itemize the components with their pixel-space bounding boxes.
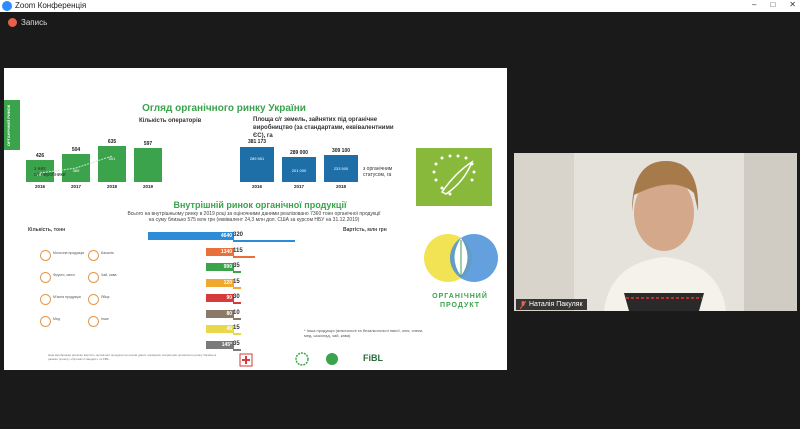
footnote: * Інша продукція (алкогольні та безалког… <box>304 328 424 338</box>
value-mln: 35 <box>233 263 240 269</box>
quantity-header: Кількість, тонн <box>28 227 66 233</box>
category-icon <box>40 294 51 305</box>
value-underline <box>233 302 241 304</box>
operators-chart-title: Кількість операторів <box>139 118 202 124</box>
organic-product-line1: ОРГАНІЧНИЙ <box>432 293 488 300</box>
value-mln: 320 <box>233 232 244 238</box>
participant-name: Наталія Пакуляк <box>529 301 583 308</box>
zoom-logo-icon <box>2 1 12 11</box>
value-underline <box>233 271 241 273</box>
shared-screen-slide: ОРГАНІЧНИЙ РИНОК Огляд органічного ринку… <box>4 68 507 370</box>
area-year-2018: 2018 <box>335 184 346 189</box>
operators-year-2016: 2016 <box>34 184 45 189</box>
fibl-logo: FiBL <box>363 353 383 363</box>
organic-product-logo <box>424 234 498 282</box>
category-icon <box>40 316 51 327</box>
value-mln: 15 <box>233 325 240 331</box>
category-icon <box>40 250 51 261</box>
value-underline <box>233 333 241 335</box>
value-mln: 30 <box>233 294 240 300</box>
tonnes-value: 145* <box>221 341 232 348</box>
area-legend: з органічним статусом, га <box>363 166 393 178</box>
participant-video-frame <box>514 153 797 311</box>
area-inner-2018: 233 500 <box>333 166 349 171</box>
operators-year-2019: 2019 <box>142 184 153 189</box>
value-underline <box>233 240 295 242</box>
value-underline <box>233 317 241 320</box>
value-mln: 115 <box>233 247 243 254</box>
value-mln: 15 <box>233 278 240 285</box>
category-label: Інше <box>101 317 109 321</box>
participant-video[interactable] <box>514 153 797 311</box>
maximize-button[interactable]: □ <box>770 0 775 12</box>
category-label: Бакалія <box>101 251 114 255</box>
operators-total-2018: 635 <box>107 139 117 145</box>
value-underline <box>233 286 241 289</box>
organic-product-label: ОРГАНІЧНИЙ ПРОДУКТ <box>416 292 504 310</box>
internal-subtitle-line2: на суму близько 575 млн грн (еквівалент … <box>148 217 360 223</box>
minimize-button[interactable]: – <box>752 0 756 12</box>
disclaimer: Ціна відображає ринкову вартість органіч… <box>48 353 217 361</box>
tonnes-value: 120 <box>223 279 232 286</box>
slide-title: Огляд органічного ринку України <box>142 103 306 114</box>
internal-market-title: Внутрішній ринок органічної продукції <box>173 200 347 210</box>
area-inner-2016: 289 551 <box>249 156 265 161</box>
category-label: Чай, кава <box>101 273 117 277</box>
area-total-2018: 309 100 <box>331 148 351 154</box>
participant-name-badge: Наталія Пакуляк <box>516 299 587 310</box>
tonnes-value: 90 <box>226 295 232 301</box>
muted-mic-icon <box>520 300 526 309</box>
partner-logo-icon <box>295 352 309 366</box>
close-button[interactable]: ✕ <box>789 0 796 12</box>
area-year-2017: 2017 <box>293 184 304 189</box>
internal-market-subtitle: Всього на внутрішньому ринку в 2019 році… <box>84 211 424 223</box>
category-icon <box>88 250 99 261</box>
category-label: Яйця <box>101 295 110 299</box>
tonnes-value: 1340 <box>220 248 232 255</box>
category-label: Мед <box>53 317 60 321</box>
category-icon <box>88 316 99 327</box>
operators-year-2018: 2018 <box>106 184 117 189</box>
value-header: Вартість, млн грн <box>343 227 387 233</box>
organic-standard-logo-icon <box>326 353 338 365</box>
category-icon <box>88 272 99 283</box>
eu-organic-leaf-logo <box>416 148 492 206</box>
organic-product-line2: ПРОДУКТ <box>439 302 481 309</box>
operators-total-2019: 597 <box>143 141 153 147</box>
operators-year-2017: 2017 <box>70 184 81 189</box>
vertical-label-badge: ОРГАНІЧНИЙ РИНОК <box>4 100 20 150</box>
category-icon <box>88 294 99 305</box>
category-label: Фрукти, овочі <box>53 273 75 277</box>
recording-bar: Запись <box>0 12 800 34</box>
area-year-2016: 2016 <box>251 184 262 189</box>
window-titlebar: Zoom Конференція – □ ✕ <box>0 0 800 12</box>
tonnes-value: 80 <box>226 310 232 317</box>
area-total-2017: 289 000 <box>289 150 309 156</box>
window-title: Zoom Конференція <box>15 1 87 10</box>
area-total-2016: 381 173 <box>247 139 267 145</box>
value-mln: 10 <box>233 309 240 316</box>
recording-label[interactable]: Запись <box>21 18 47 27</box>
category-label: М'ясна продукція <box>53 295 81 299</box>
value-underline <box>233 255 256 258</box>
tonnes-value: 45 <box>226 326 232 332</box>
category-label: Молочна продукція <box>53 251 85 255</box>
area-bar-2016 <box>240 147 274 182</box>
recording-dot-icon <box>8 18 17 27</box>
tonnes-value: 4640 <box>220 233 232 239</box>
swiss-emblem-icon <box>239 353 253 367</box>
area-inner-2017: 201 000 <box>291 168 307 173</box>
operators-legend: з них с/г виробники <box>34 166 66 178</box>
value-underline <box>233 348 241 351</box>
vertical-label-text: ОРГАНІЧНИЙ РИНОК <box>6 104 11 146</box>
value-mln: 35 <box>233 340 240 347</box>
category-icon <box>40 272 51 283</box>
area-chart-title: Площа с/г земель, зайнятих під органічне… <box>253 117 394 139</box>
tonnes-value: 990 <box>223 264 232 270</box>
